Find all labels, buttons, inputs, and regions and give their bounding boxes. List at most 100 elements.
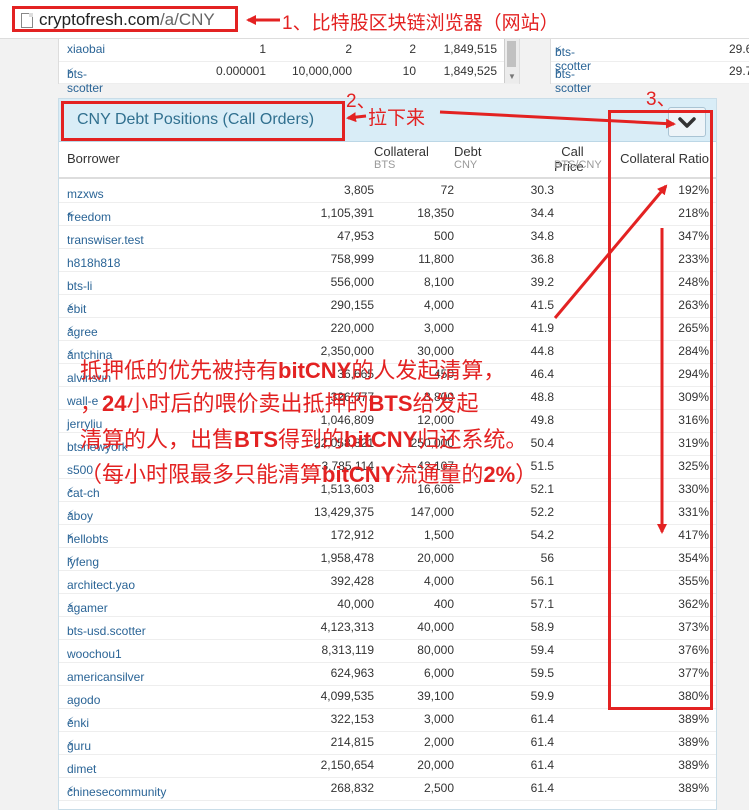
borrower-name: woochou1 — [67, 647, 122, 661]
debt-cell: 20,000 — [417, 551, 454, 565]
col-debt-unit: CNY — [454, 159, 478, 171]
bolt-icon: ⚡ — [67, 739, 75, 750]
url-text[interactable]: cryptofresh.com/a/CNY — [39, 10, 215, 30]
annotation-note-line-2: ，24小时后的喂价卖出抵押的BTS给发起 — [80, 388, 479, 419]
url-host: cryptofresh.com — [39, 10, 160, 29]
debt-cell: 2,000 — [423, 735, 454, 749]
collateral-ratio-cell: 389% — [678, 781, 709, 795]
call-price-cell: 61.4 — [530, 735, 554, 749]
tl-c4: 1,849,515 — [443, 42, 497, 56]
bolt-icon: ⚡ — [67, 67, 75, 78]
debt-cell: 400 — [433, 597, 454, 611]
note-text: bitCNY — [344, 427, 418, 452]
call-price-cell: 41.9 — [530, 321, 554, 335]
note-text: 清算的人，出售 — [80, 427, 235, 452]
borrower-name: bts-li — [67, 279, 93, 293]
annotation-2-label: 拉下来 — [368, 108, 426, 129]
bolt-icon: ⚡ — [67, 210, 75, 221]
tl-c3: 10 — [402, 64, 416, 78]
ratio-highlight-box — [608, 110, 713, 710]
note-text: 归还系统。 — [417, 427, 528, 452]
debt-cell: 3,000 — [423, 712, 454, 726]
collateral-cell: 758,999 — [330, 252, 374, 266]
table-row: guru ⚡ 214,815 2,000 61.4 389% — [59, 731, 716, 755]
bolt-icon: ⚡ — [67, 509, 75, 520]
call-price-cell: 56.1 — [530, 574, 554, 588]
collateral-cell: 556,000 — [330, 275, 374, 289]
note-text: bitCNY — [278, 358, 352, 383]
collateral-cell: 4,099,535 — [320, 689, 374, 703]
collateral-cell: 40,000 — [337, 597, 374, 611]
debt-cell: 6,000 — [423, 666, 454, 680]
call-price-cell: 48.8 — [530, 390, 554, 404]
title-highlight-box — [61, 101, 345, 141]
note-text: BTS — [234, 427, 279, 452]
annotation-1: 1、比特股区块链浏览器（网站） — [282, 13, 559, 34]
collateral-cell: 1,958,478 — [320, 551, 374, 565]
col-collateral-label: Collateral — [374, 144, 429, 159]
table-row: bts-scotter ⚡ 0.000001 10,000,000 10 1,84… — [59, 61, 519, 95]
borrower-name: americansilver — [67, 670, 145, 684]
borrower-name: agodo — [67, 693, 101, 707]
collateral-cell: 3,805 — [343, 183, 374, 197]
debt-cell: 4,000 — [423, 298, 454, 312]
note-text: 给发起 — [412, 391, 479, 416]
debt-cell: 4,000 — [423, 574, 454, 588]
borrower-name: mzxws — [67, 187, 104, 201]
call-price-cell: 36.8 — [530, 252, 554, 266]
debt-cell: 40,000 — [417, 620, 454, 634]
debt-cell: 8,100 — [423, 275, 454, 289]
collateral-ratio-cell: 389% — [678, 735, 709, 749]
top-right-table: bts-scotter⚡ 29.6 bts-scotter⚡ 29.7 — [550, 38, 749, 95]
note-text: ， — [80, 391, 103, 416]
page-icon — [21, 13, 33, 28]
borrower-name: bts-usd.scotter — [67, 624, 146, 638]
borrower-name: h818h818 — [67, 256, 121, 270]
debt-cell: 11,800 — [418, 252, 454, 266]
scrollbar[interactable]: ▼ — [504, 39, 519, 83]
annotation-3: 3、 — [646, 89, 676, 110]
call-price-cell: 39.2 — [530, 275, 554, 289]
collateral-cell: 624,963 — [330, 666, 374, 680]
note-text: 24 — [102, 391, 127, 416]
call-price-cell: 30.3 — [530, 183, 554, 197]
call-price-cell: 61.4 — [530, 758, 554, 772]
collateral-cell: 47,953 — [337, 229, 374, 243]
call-price-cell: 34.8 — [530, 229, 554, 243]
bolt-icon: ⚡ — [67, 601, 75, 612]
call-price-cell: 46.4 — [530, 367, 554, 381]
debt-cell: 500 — [433, 229, 454, 243]
call-price-cell: 49.8 — [530, 413, 554, 427]
tr-val: 29.7 — [729, 64, 749, 78]
scrollbar-thumb[interactable] — [507, 41, 516, 67]
tl-c2: 10,000,000 — [291, 64, 352, 78]
note-text: bitCNY — [322, 462, 396, 487]
annotation-note-line-4: （每小时限最多只能清算bitCNY流通量的2%） — [80, 459, 537, 490]
collateral-cell: 2,150,654 — [320, 758, 374, 772]
borrower-name: chinesecommunity — [67, 785, 167, 799]
call-price-cell: 59.4 — [530, 643, 554, 657]
url-highlight-box: cryptofresh.com/a/CNY — [12, 6, 238, 32]
tl-name[interactable]: xiaobai — [67, 42, 105, 56]
collateral-cell: 214,815 — [330, 735, 374, 749]
call-price-cell: 59.5 — [530, 666, 554, 680]
tr-val: 29.6 — [729, 42, 749, 56]
note-text: ） — [515, 462, 538, 487]
col-borrower[interactable]: Borrower — [67, 151, 120, 166]
tl-c2: 2 — [345, 42, 352, 56]
debt-cell: 20,000 — [417, 758, 454, 772]
note-text: BTS — [368, 391, 413, 416]
call-price-cell: 34.4 — [530, 206, 554, 220]
collateral-cell: 172,912 — [330, 528, 374, 542]
borrower-name: transwiser.test — [67, 233, 144, 247]
debt-cell: 39,100 — [417, 689, 454, 703]
collateral-cell: 290,155 — [330, 298, 374, 312]
bolt-icon: ⚡ — [67, 532, 75, 543]
bolt-icon: ⚡ — [67, 555, 75, 566]
note-text: （每小时限最多只能清算 — [80, 462, 323, 487]
debt-cell: 3,000 — [423, 321, 454, 335]
col-call-price-unit: BTS/CNY — [554, 159, 602, 171]
debt-cell: 1,500 — [423, 528, 454, 542]
scroll-down-icon[interactable]: ▼ — [508, 72, 516, 81]
call-price-cell: 61.4 — [530, 781, 554, 795]
